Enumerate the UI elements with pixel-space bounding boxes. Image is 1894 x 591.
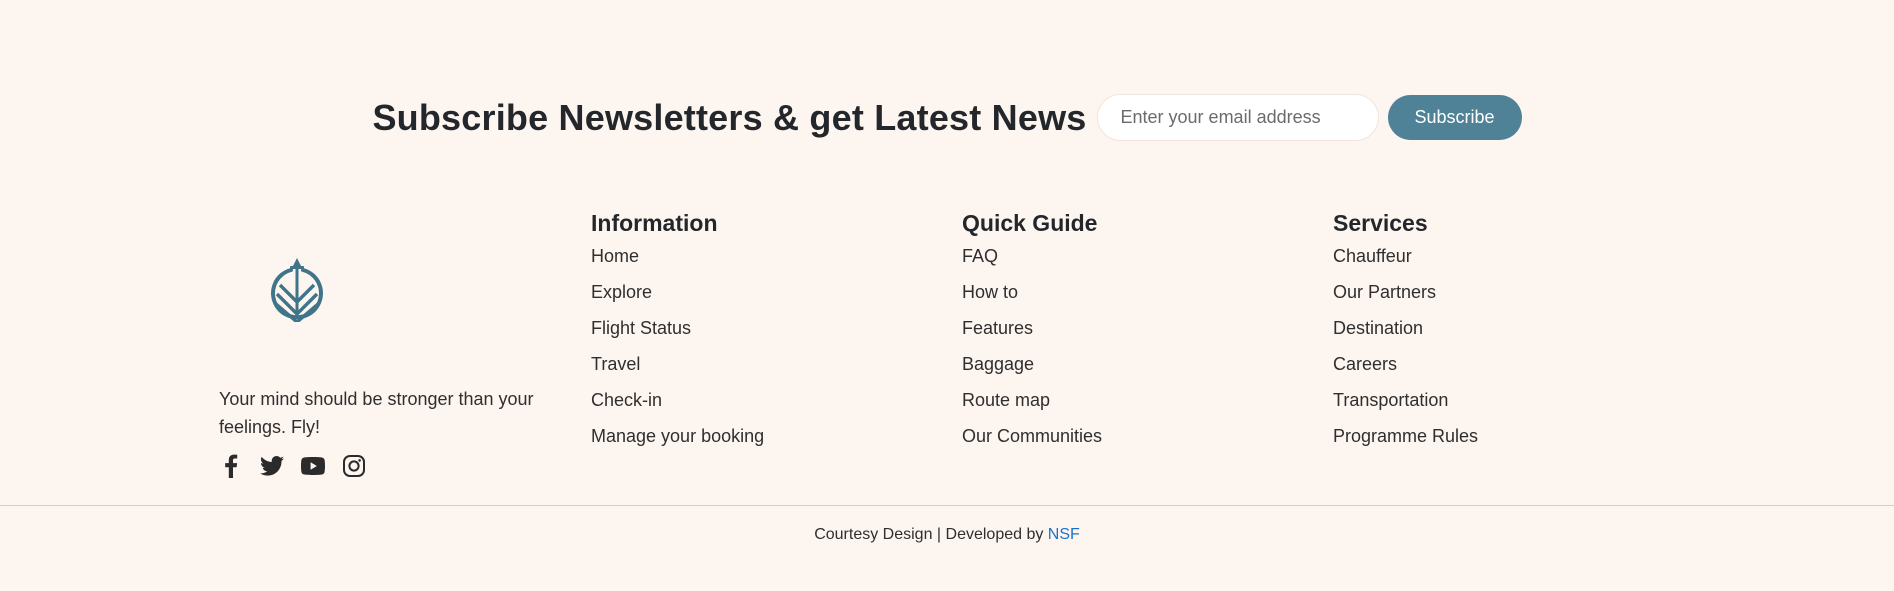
- facebook-icon[interactable]: [219, 454, 243, 478]
- services-links: Chauffeur Our Partners Destination Caree…: [1333, 245, 1478, 461]
- information-heading: Information: [591, 210, 718, 236]
- newsletter-title: Subscribe Newsletters & get Latest News: [372, 96, 1087, 138]
- link-faq[interactable]: FAQ: [962, 246, 998, 266]
- youtube-icon[interactable]: [301, 454, 325, 478]
- brand-tagline: Your mind should be stronger than your f…: [219, 389, 534, 437]
- link-chauffeur[interactable]: Chauffeur: [1333, 246, 1412, 266]
- quick-guide-heading: Quick Guide: [962, 210, 1098, 236]
- footer-credit: Courtesy Design | Developed by NSF: [0, 526, 1894, 544]
- list-item: Our Partners: [1333, 281, 1478, 317]
- link-destination[interactable]: Destination: [1333, 318, 1423, 338]
- list-item: Transportation: [1333, 389, 1478, 425]
- link-our-communities[interactable]: Our Communities: [962, 426, 1102, 446]
- credit-text: Courtesy Design | Developed by: [814, 526, 1048, 543]
- link-programme-rules[interactable]: Programme Rules: [1333, 426, 1478, 446]
- twitter-icon[interactable]: [260, 454, 284, 478]
- list-item: Careers: [1333, 353, 1478, 389]
- services-column: Services Chauffeur Our Partners Destinat…: [1333, 208, 1478, 461]
- list-item: Destination: [1333, 317, 1478, 353]
- footer-section: Subscribe Newsletters & get Latest News …: [0, 0, 1894, 591]
- link-travel[interactable]: Travel: [591, 354, 640, 374]
- list-item: Manage your booking: [591, 425, 764, 461]
- link-route-map[interactable]: Route map: [962, 390, 1050, 410]
- newsletter-row: Subscribe Newsletters & get Latest News …: [0, 94, 1894, 141]
- information-column: Information Home Explore Flight Status T…: [591, 208, 764, 461]
- information-links: Home Explore Flight Status Travel Check-…: [591, 245, 764, 461]
- link-careers[interactable]: Careers: [1333, 354, 1397, 374]
- instagram-icon[interactable]: [342, 454, 366, 478]
- list-item: Programme Rules: [1333, 425, 1478, 461]
- link-baggage[interactable]: Baggage: [962, 354, 1034, 374]
- plane-peace-logo-icon: [270, 256, 324, 325]
- list-item: Chauffeur: [1333, 245, 1478, 281]
- quick-guide-links: FAQ How to Features Baggage Route map Ou…: [962, 245, 1102, 461]
- footer-divider: [0, 505, 1894, 506]
- list-item: Check-in: [591, 389, 764, 425]
- list-item: Flight Status: [591, 317, 764, 353]
- list-item: Baggage: [962, 353, 1102, 389]
- link-flight-status[interactable]: Flight Status: [591, 318, 691, 338]
- link-our-partners[interactable]: Our Partners: [1333, 282, 1436, 302]
- list-item: Travel: [591, 353, 764, 389]
- list-item: Explore: [591, 281, 764, 317]
- list-item: Home: [591, 245, 764, 281]
- social-links: [219, 454, 366, 478]
- list-item: Route map: [962, 389, 1102, 425]
- link-manage-booking[interactable]: Manage your booking: [591, 426, 764, 446]
- developer-link[interactable]: NSF: [1048, 526, 1080, 543]
- link-check-in[interactable]: Check-in: [591, 390, 662, 410]
- link-home[interactable]: Home: [591, 246, 639, 266]
- services-heading: Services: [1333, 210, 1428, 236]
- link-how-to[interactable]: How to: [962, 282, 1018, 302]
- link-transportation[interactable]: Transportation: [1333, 390, 1448, 410]
- list-item: FAQ: [962, 245, 1102, 281]
- list-item: How to: [962, 281, 1102, 317]
- link-features[interactable]: Features: [962, 318, 1033, 338]
- quick-guide-column: Quick Guide FAQ How to Features Baggage …: [962, 208, 1102, 461]
- list-item: Our Communities: [962, 425, 1102, 461]
- link-explore[interactable]: Explore: [591, 282, 652, 302]
- list-item: Features: [962, 317, 1102, 353]
- email-input[interactable]: [1096, 94, 1379, 141]
- subscribe-button[interactable]: Subscribe: [1387, 95, 1522, 140]
